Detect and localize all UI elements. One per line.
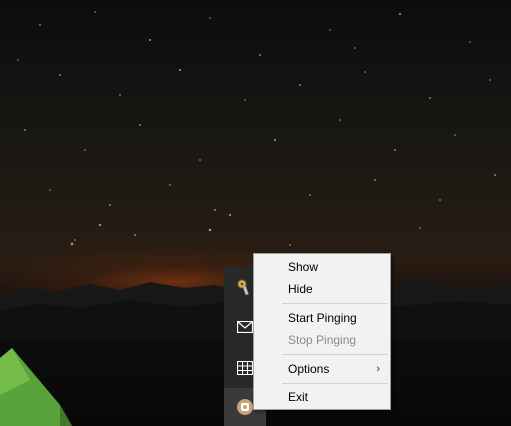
menu-item-show[interactable]: Show (256, 256, 388, 278)
menu-item-label: Hide (288, 282, 313, 296)
menu-item-label: Stop Pinging (288, 333, 357, 347)
tray-context-menu: Show Hide Start Pinging Stop Pinging Opt… (253, 253, 391, 410)
menu-item-label: Show (288, 260, 319, 274)
menu-item-stop-pinging: Stop Pinging (256, 329, 388, 351)
menu-item-start-pinging[interactable]: Start Pinging (256, 307, 388, 329)
chevron-right-icon: › (376, 363, 380, 375)
menu-item-label: Options (288, 362, 330, 376)
menu-separator (282, 354, 388, 355)
menu-separator (282, 383, 388, 384)
menu-item-options[interactable]: Options › (256, 358, 388, 380)
green-tent (0, 348, 72, 426)
menu-item-label: Exit (288, 390, 309, 404)
night-sky-stars (17, 11, 496, 246)
menu-separator (282, 303, 388, 304)
menu-item-label: Start Pinging (288, 311, 357, 325)
menu-item-exit[interactable]: Exit (256, 386, 388, 408)
menu-item-hide[interactable]: Hide (256, 278, 388, 300)
